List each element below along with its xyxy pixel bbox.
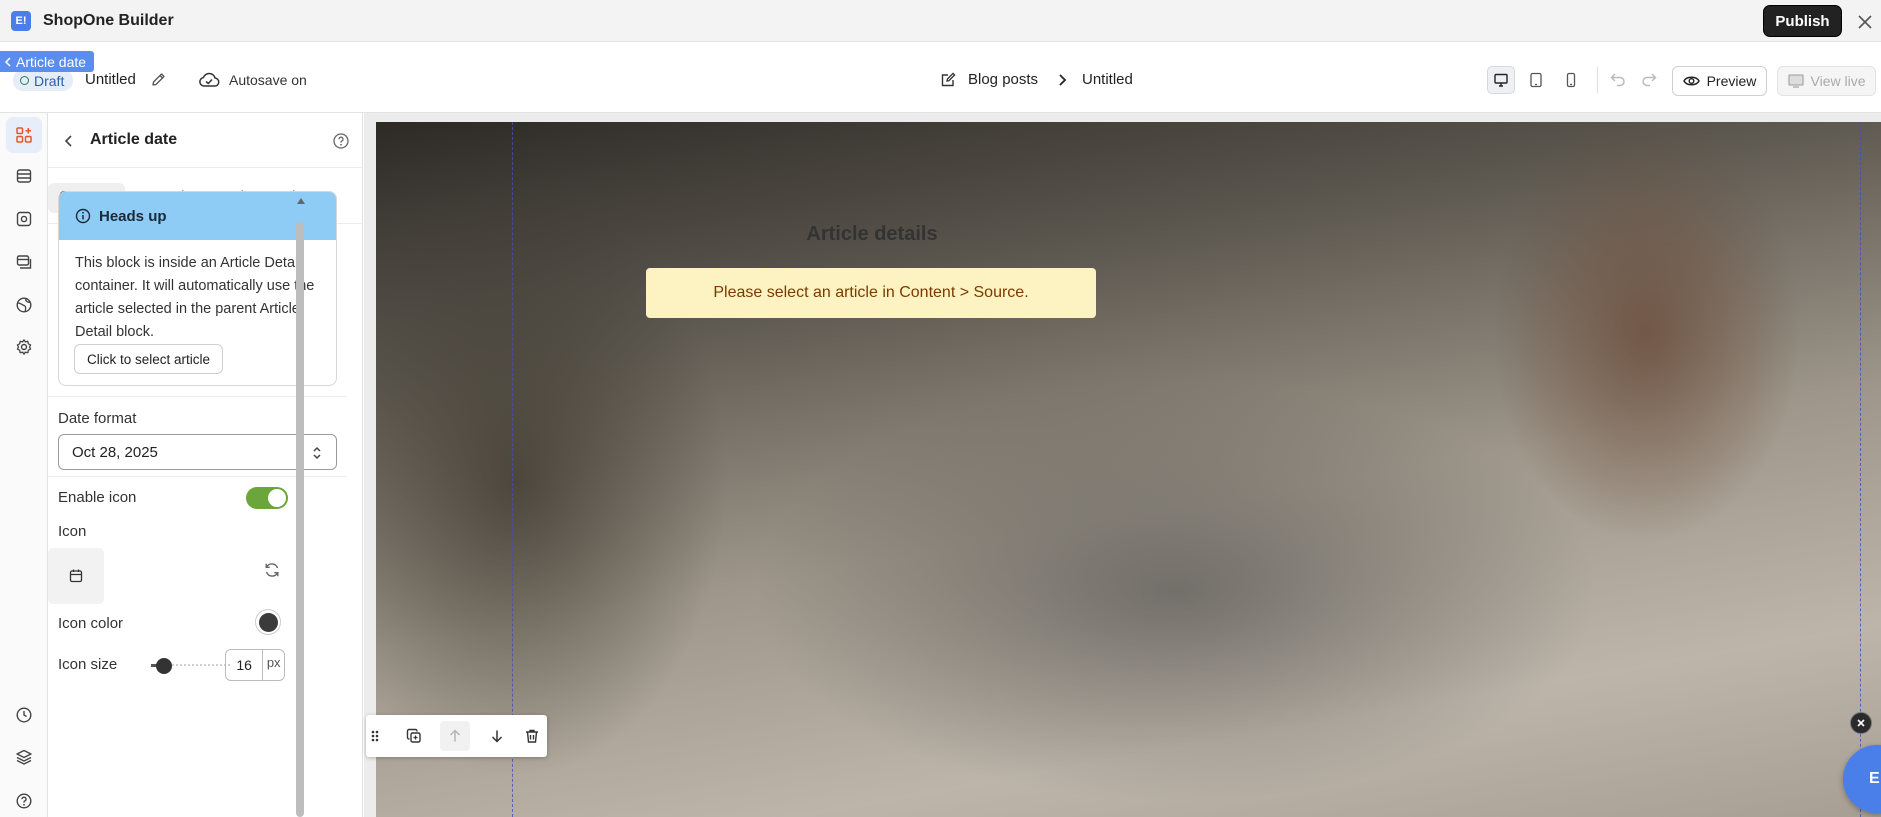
status-badge: Draft — [13, 70, 74, 91]
clock-icon — [16, 707, 32, 723]
rail-sections-button[interactable] — [6, 158, 42, 194]
autosave-status: Autosave on — [229, 72, 307, 88]
icon-size-unit: px — [266, 655, 281, 670]
icon-size-input[interactable]: 16 px — [225, 649, 285, 681]
view-live-button[interactable]: View live — [1777, 66, 1876, 96]
top-bar: E! ShopOne Builder Publish — [0, 0, 1881, 42]
left-rail — [0, 113, 48, 817]
icon-color-dot — [258, 612, 278, 632]
notice-title: Heads up — [99, 207, 167, 225]
rail-elements-button[interactable] — [6, 117, 42, 153]
selected-block-tag[interactable]: Article date — [0, 51, 95, 72]
icon-size-label: Icon size — [58, 656, 118, 673]
rail-global-button[interactable] — [6, 287, 42, 323]
chevron-right-icon — [1055, 73, 1069, 87]
close-chat-icon[interactable] — [1850, 712, 1872, 734]
rail-layers-button[interactable] — [6, 739, 42, 775]
hero-background-image[interactable] — [376, 122, 1881, 817]
edit-document-icon — [940, 71, 957, 88]
date-format-value: Oct 28, 2025 — [72, 443, 158, 461]
desktop-icon — [1494, 73, 1508, 87]
toolbar-divider — [1597, 67, 1598, 93]
settings-panel: Article date Content Basic Advanced Head… — [48, 113, 363, 817]
publish-button[interactable]: Publish — [1763, 5, 1842, 37]
rail-history-button[interactable] — [6, 697, 42, 733]
enable-icon-label: Enable icon — [58, 489, 137, 506]
chat-logo-icon: E! — [1869, 770, 1881, 787]
chevron-up-down-icon — [313, 446, 321, 460]
panel-title: Article date — [90, 131, 178, 148]
move-down-arrow-icon[interactable] — [482, 721, 512, 751]
close-icon[interactable] — [1856, 13, 1874, 31]
mobile-icon — [1566, 72, 1576, 88]
rail-help-button[interactable] — [6, 783, 42, 817]
move-up-arrow-icon[interactable] — [440, 721, 470, 751]
back-chevron-icon[interactable] — [61, 133, 77, 149]
panel-scrollbar-thumb[interactable] — [296, 222, 304, 817]
external-screen-icon — [1787, 74, 1804, 88]
article-details-heading[interactable]: Article details — [622, 223, 1122, 246]
sections-icon — [16, 169, 32, 183]
status-label: Draft — [34, 72, 65, 89]
tablet-icon — [1530, 72, 1542, 88]
select-article-button[interactable]: Click to select article — [74, 344, 224, 374]
status-dot-icon — [20, 76, 29, 85]
cloud-check-icon — [197, 70, 221, 90]
icon-size-value: 16 — [226, 650, 264, 680]
preview-button[interactable]: Preview — [1672, 66, 1767, 96]
refresh-icon[interactable] — [263, 561, 281, 579]
document-name[interactable]: Untitled — [85, 71, 136, 88]
preview-label: Preview — [1706, 73, 1757, 89]
icon-label: Icon — [58, 523, 87, 540]
select-article-warning: Please select an article in Content > So… — [646, 268, 1096, 318]
icon-color-swatch[interactable] — [255, 609, 281, 635]
drag-handle-icon[interactable] — [366, 721, 384, 751]
duplicate-icon[interactable] — [399, 721, 429, 751]
globe-icon — [16, 297, 32, 313]
block-toolbar — [366, 715, 547, 757]
icon-size-slider-thumb[interactable] — [156, 658, 172, 674]
rail-assets-button[interactable] — [6, 201, 42, 237]
breadcrumb-parent[interactable]: Blog posts — [968, 71, 1038, 88]
mobile-view-button[interactable] — [1557, 66, 1585, 94]
container-guide-left — [512, 122, 513, 817]
undo-icon[interactable] — [1609, 70, 1627, 88]
notice-body: This block is inside an Article Detail c… — [75, 255, 315, 340]
date-format-label: Date format — [58, 410, 137, 427]
add-elements-icon — [16, 127, 32, 143]
pencil-icon[interactable] — [150, 71, 167, 88]
redo-icon[interactable] — [1640, 70, 1658, 88]
app-title: ShopOne Builder — [43, 12, 174, 29]
icon-color-label: Icon color — [58, 615, 124, 632]
eye-icon — [1682, 76, 1700, 86]
chevron-left-icon — [4, 56, 11, 67]
toggle-knob — [268, 489, 286, 507]
trash-icon[interactable] — [517, 721, 547, 751]
scroll-up-arrow-icon[interactable] — [296, 196, 306, 206]
rail-cms-button[interactable] — [6, 244, 42, 280]
info-icon — [75, 208, 91, 224]
app-logo: E! — [11, 11, 31, 31]
enable-icon-toggle[interactable] — [246, 487, 288, 509]
calendar-icon — [69, 569, 83, 583]
breadcrumb-current: Untitled — [1082, 71, 1133, 88]
rail-settings-button[interactable] — [6, 329, 42, 365]
selected-block-label: Article date — [16, 53, 87, 70]
help-icon — [16, 793, 32, 809]
icon-picker[interactable] — [48, 548, 104, 604]
layers-icon — [16, 749, 32, 765]
panel-header: Article date — [48, 113, 362, 168]
tablet-view-button[interactable] — [1522, 66, 1550, 94]
view-live-label: View live — [1810, 73, 1866, 89]
desktop-view-button[interactable] — [1487, 66, 1515, 94]
gear-icon — [16, 339, 32, 355]
question-icon[interactable] — [332, 132, 350, 150]
assets-icon — [16, 211, 32, 227]
cms-icon — [16, 255, 32, 269]
